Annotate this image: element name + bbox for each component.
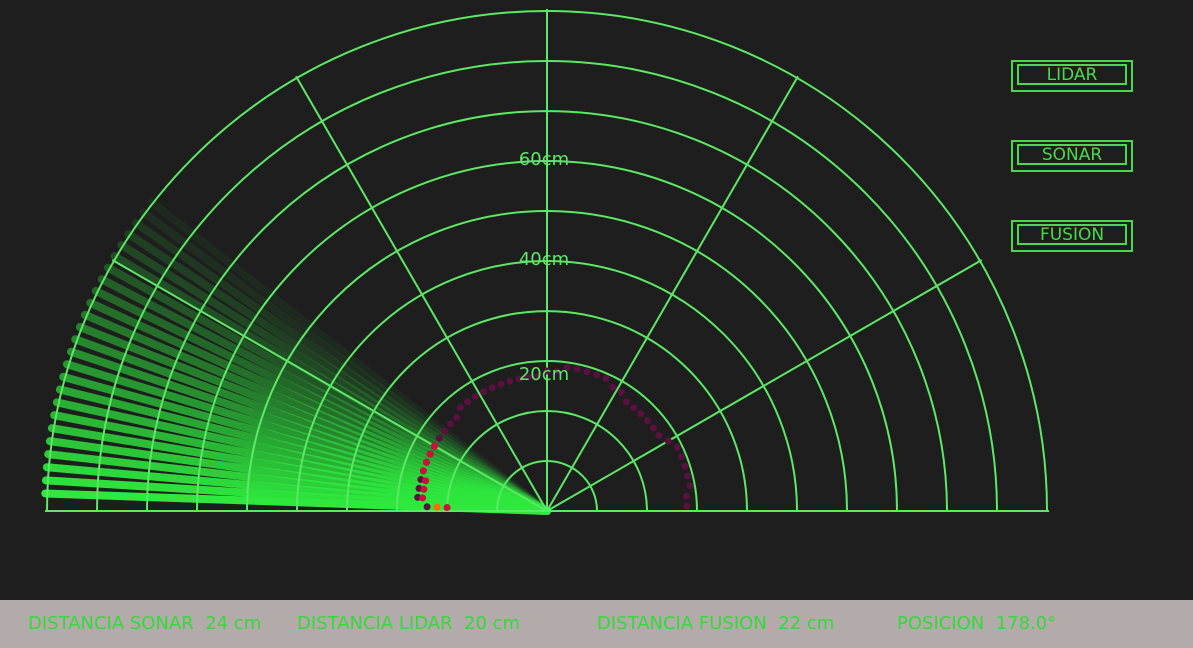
sonar-point xyxy=(617,388,625,396)
fusion-distance-readout: DISTANCIA FUSION 22 cm xyxy=(597,613,835,634)
range-label-40cm: 40cm xyxy=(519,249,569,270)
sonar-point xyxy=(602,375,610,383)
sonar-button-label: SONAR xyxy=(1017,144,1127,165)
sonar-point xyxy=(682,492,690,500)
sonar-point xyxy=(446,420,454,428)
sonar-point xyxy=(471,393,479,401)
lidar-point xyxy=(426,450,434,458)
sonar-point xyxy=(655,432,663,440)
sonar-point xyxy=(435,434,443,442)
sonar-point xyxy=(423,503,431,511)
sonar-point xyxy=(456,404,464,412)
sonar-point xyxy=(441,427,449,435)
lidar-point xyxy=(419,467,427,475)
fusion-point xyxy=(433,503,441,511)
lidar-point xyxy=(443,504,451,512)
lidar-point xyxy=(422,477,430,485)
sonar-point xyxy=(664,437,672,445)
sonar-point xyxy=(488,384,496,392)
lidar-point xyxy=(422,458,430,466)
fusion-button[interactable]: FUSION xyxy=(1011,220,1133,252)
sonar-point xyxy=(583,368,591,376)
sonar-point xyxy=(497,380,505,388)
status-bar: DISTANCIA SONAR 24 cm DISTANCIA LIDAR 20… xyxy=(0,600,1193,648)
sonar-point xyxy=(480,388,488,396)
sonar-button[interactable]: SONAR xyxy=(1011,140,1133,172)
lidar-distance-readout: DISTANCIA LIDAR 20 cm xyxy=(297,613,521,634)
sonar-point xyxy=(681,462,689,470)
sonar-point xyxy=(573,365,581,373)
sonar-point xyxy=(643,417,651,425)
sonar-point xyxy=(622,398,630,406)
sonar-point xyxy=(637,410,645,418)
sonar-point xyxy=(649,424,657,432)
lidar-point xyxy=(419,494,427,502)
fusion-button-label: FUSION xyxy=(1017,224,1127,245)
range-label-20cm: 20cm xyxy=(519,364,569,385)
sonar-point xyxy=(453,413,461,421)
sonar-point xyxy=(630,404,638,412)
sonar-point xyxy=(593,371,601,379)
radial-line xyxy=(546,75,799,512)
position-readout: POSICION 178.0° xyxy=(897,613,1057,634)
sonar-point xyxy=(506,377,514,385)
sonar-point xyxy=(683,502,691,510)
sonar-point xyxy=(684,472,692,480)
sonar-point xyxy=(609,383,617,391)
sonar-point xyxy=(673,443,681,451)
sonar-point xyxy=(686,482,694,490)
sonar-point xyxy=(464,398,472,406)
lidar-point xyxy=(420,485,428,493)
range-label-60cm: 60cm xyxy=(519,149,569,170)
sonar-point xyxy=(677,453,685,461)
lidar-point xyxy=(430,442,438,450)
lidar-button[interactable]: LIDAR xyxy=(1011,60,1133,92)
sonar-distance-readout: DISTANCIA SONAR 24 cm xyxy=(28,613,262,634)
lidar-button-label: LIDAR xyxy=(1017,64,1127,85)
